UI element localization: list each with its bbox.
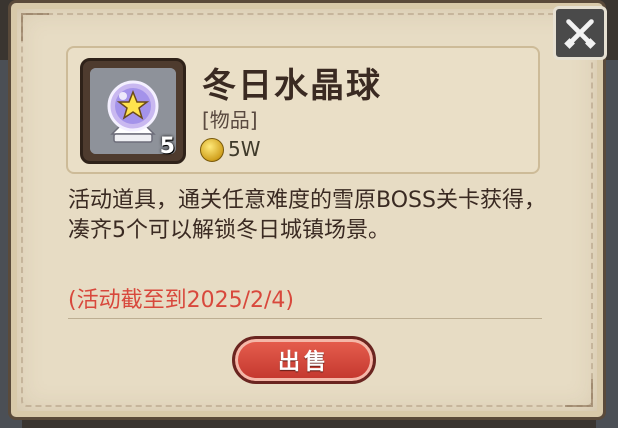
sell-button-label: 出售 (277, 350, 330, 375)
close-button[interactable] (553, 6, 607, 60)
corner-ornament (21, 13, 49, 41)
item-price: 5W (228, 137, 261, 161)
corner-ornament (565, 379, 593, 407)
event-deadline: (活动截至到2025/2/4) (68, 288, 294, 313)
sell-button[interactable]: 出售 (232, 336, 376, 384)
item-type: [物品] (202, 108, 258, 132)
item-description: 活动道具，通关任意难度的雪原BOSS关卡获得，凑齐5个可以解锁冬日城镇场景。 (68, 188, 546, 243)
item-name: 冬日水晶球 (202, 66, 382, 106)
divider (68, 318, 542, 319)
close-icon (564, 19, 596, 49)
item-count: 5 (159, 134, 175, 159)
gold-coin-icon (200, 138, 224, 162)
item-icon-frame: 5 (80, 58, 186, 164)
